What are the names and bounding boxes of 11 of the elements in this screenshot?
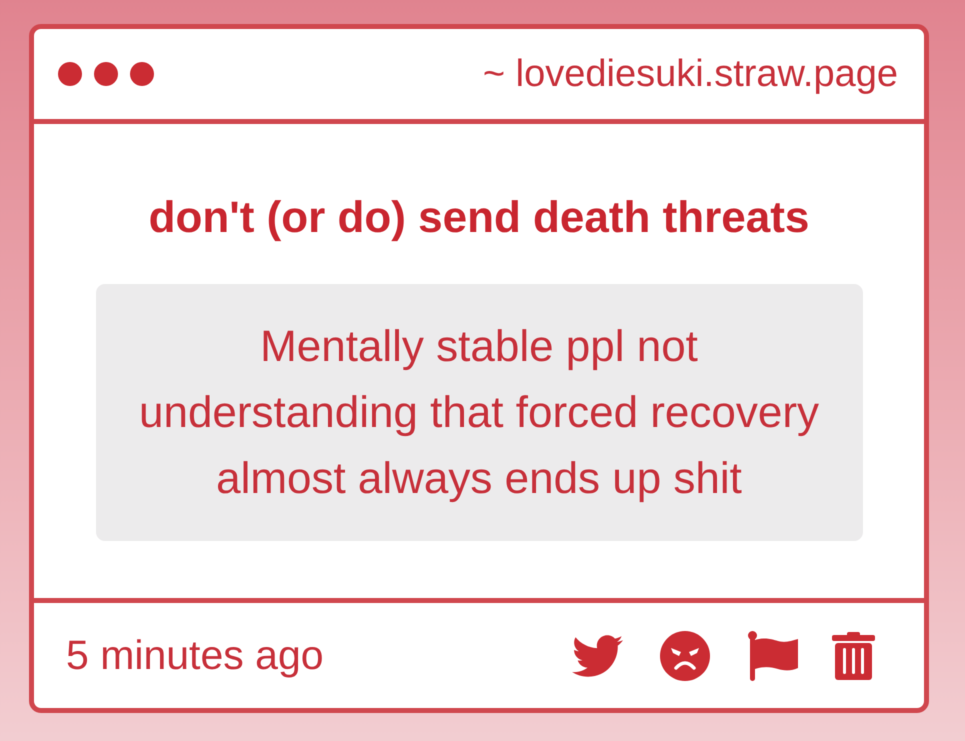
flag-icon[interactable] [748, 630, 798, 680]
bird-icon[interactable] [572, 634, 623, 678]
site-url: ~ lovediesuki.straw.page [482, 55, 898, 93]
post-title: don't (or do) send death threats [148, 192, 810, 244]
message-text: Mentally stable ppl not understanding that forced recovery almost always ends up shit [138, 320, 820, 504]
dot-icon [94, 62, 118, 86]
dot-icon [58, 62, 82, 86]
timestamp: 5 minutes ago [66, 635, 324, 676]
trash-icon[interactable] [832, 632, 875, 680]
dot-icon [130, 62, 154, 86]
angry-face-icon[interactable] [660, 630, 710, 680]
